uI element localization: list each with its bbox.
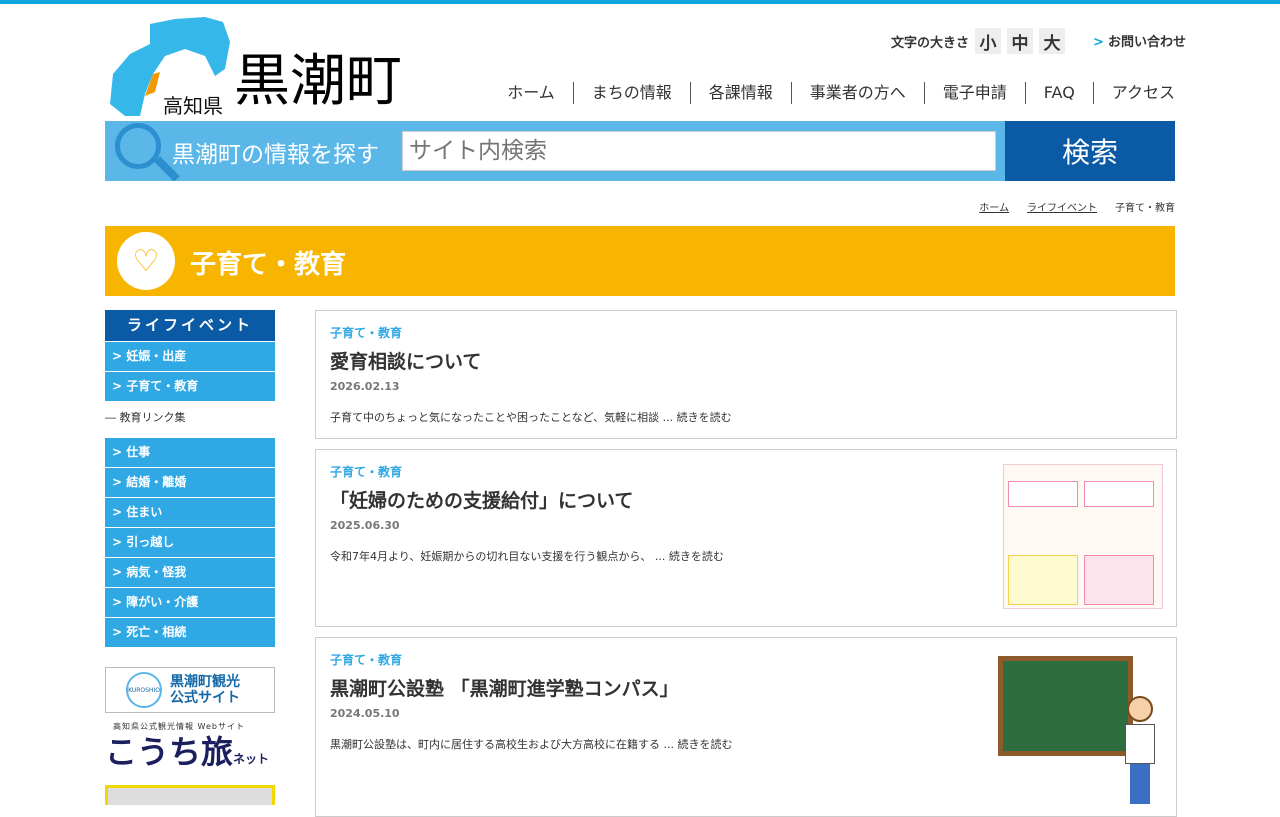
banner-3[interactable]	[105, 785, 275, 805]
font-size-control: 文字の大きさ 小 中 大	[891, 28, 1066, 54]
teacher-illustration	[1123, 696, 1157, 816]
sidebar-item-death[interactable]: > 死亡・相続	[105, 618, 275, 647]
breadcrumb-life-events[interactable]: ライフイベント	[1027, 199, 1097, 214]
kochi-tabi-banner[interactable]: 高知県公式観光情報 Webサイト こうち旅ネット	[105, 721, 275, 779]
font-size-medium-button[interactable]: 中	[1007, 28, 1034, 54]
article-card[interactable]: 子育て・教育 黒潮町公設塾 「黒潮町進学塾コンパス」 2024.05.10 黒潮…	[315, 637, 1177, 817]
tourism-site-banner[interactable]: KUROSHIO 黒潮町観光 公式サイト	[105, 667, 275, 713]
article-date: 2024.05.10	[330, 707, 400, 720]
sidebar-item-housing[interactable]: > 住まい	[105, 498, 275, 527]
breadcrumb-home[interactable]: ホーム	[979, 199, 1009, 214]
banner1-line2: 公式サイト	[170, 690, 240, 706]
article-excerpt: 令和7年4月より、妊娠期からの切れ目ない支援を行う観点から、 ... 続きを読む	[330, 550, 724, 563]
article-thumbnail[interactable]	[1003, 464, 1163, 609]
nav-town-info[interactable]: まちの情報	[572, 82, 690, 104]
sidebar-item-pregnancy[interactable]: > 妊娠・出産	[105, 342, 275, 371]
contact-link[interactable]: > お問い合わせ	[1093, 31, 1186, 50]
town-name-logo[interactable]: 黒潮町	[234, 54, 402, 110]
font-size-small-button[interactable]: 小	[975, 28, 1002, 54]
search-bar: 黒潮町の情報を探す 検索	[105, 121, 1175, 181]
article-excerpt: 黒潮町公設塾は、町内に居住する高校生および大方高校に在籍する ... 続きを読む	[330, 738, 733, 751]
nav-business[interactable]: 事業者の方へ	[790, 82, 924, 104]
article-category[interactable]: 子育て・教育	[330, 324, 402, 341]
prefecture-name: 高知県	[163, 94, 223, 118]
breadcrumb-current: 子育て・教育	[1115, 203, 1175, 214]
sidebar-item-illness[interactable]: > 病気・怪我	[105, 558, 275, 587]
contact-label: お問い合わせ	[1108, 35, 1187, 50]
banner2-title: こうち旅	[105, 733, 234, 771]
nav-faq[interactable]: FAQ	[1024, 82, 1093, 104]
search-input[interactable]	[402, 131, 996, 171]
article-title[interactable]: 黒潮町公設塾 「黒潮町進学塾コンパス」	[330, 674, 679, 701]
article-date: 2025.06.30	[330, 519, 400, 532]
sidebar: ライフイベント > 妊娠・出産 > 子育て・教育 ― 教育リンク集 > 仕事 >…	[105, 310, 275, 805]
page-title-banner: ♡ 子育て・教育	[105, 226, 1175, 296]
banner1-line1: 黒潮町観光	[170, 674, 240, 690]
article-category[interactable]: 子育て・教育	[330, 463, 402, 480]
nav-access[interactable]: アクセス	[1092, 82, 1175, 104]
article-title[interactable]: 「妊婦のための支援給付」について	[330, 486, 633, 513]
banner2-small: ネット	[233, 752, 270, 766]
kuroshio-logo-icon: KUROSHIO	[126, 672, 162, 708]
search-button[interactable]: 検索	[1005, 121, 1175, 181]
chalkboard-illustration	[998, 656, 1133, 756]
nav-departments[interactable]: 各課情報	[689, 82, 791, 104]
sidebar-item-marriage[interactable]: > 結婚・離婚	[105, 468, 275, 497]
article-title[interactable]: 愛育相談について	[330, 347, 481, 374]
sidebar-item-care[interactable]: > 障がい・介護	[105, 588, 275, 617]
article-excerpt: 子育て中のちょっと気になったことや困ったことなど、気軽に相談 ... 続きを読む	[330, 411, 732, 424]
global-nav: ホーム まちの情報 各課情報 事業者の方へ 電子申請 FAQ アクセス	[489, 82, 1175, 104]
article-category[interactable]: 子育て・教育	[330, 651, 402, 668]
article-date: 2026.02.13	[330, 380, 400, 393]
breadcrumb: ホーム ライフイベント 子育て・教育	[979, 199, 1175, 214]
article-card[interactable]: 子育て・教育 「妊婦のための支援給付」について 2025.06.30 令和7年4…	[315, 449, 1177, 627]
banner2-subtitle: 高知県公式観光情報 Webサイト	[113, 722, 245, 731]
nav-e-application[interactable]: 電子申請	[923, 82, 1025, 104]
font-size-large-button[interactable]: 大	[1039, 28, 1066, 54]
sidebar-subitem-education-links[interactable]: ― 教育リンク集	[105, 401, 275, 437]
sidebar-item-work[interactable]: > 仕事	[105, 438, 275, 467]
sidebar-item-childcare[interactable]: > 子育て・教育	[105, 372, 275, 401]
sidebar-item-moving[interactable]: > 引っ越し	[105, 528, 275, 557]
article-card[interactable]: 子育て・教育 愛育相談について 2026.02.13 子育て中のちょっと気になっ…	[315, 310, 1177, 439]
nav-home[interactable]: ホーム	[489, 82, 573, 104]
sidebar-heading: ライフイベント	[105, 310, 275, 341]
font-size-label: 文字の大きさ	[891, 35, 970, 51]
heart-icon: ♡	[117, 232, 175, 290]
page-title: 子育て・教育	[190, 250, 347, 280]
search-label: 黒潮町の情報を探す	[172, 142, 379, 168]
article-thumbnail[interactable]	[998, 656, 1163, 804]
arrow-icon: >	[1093, 35, 1104, 50]
